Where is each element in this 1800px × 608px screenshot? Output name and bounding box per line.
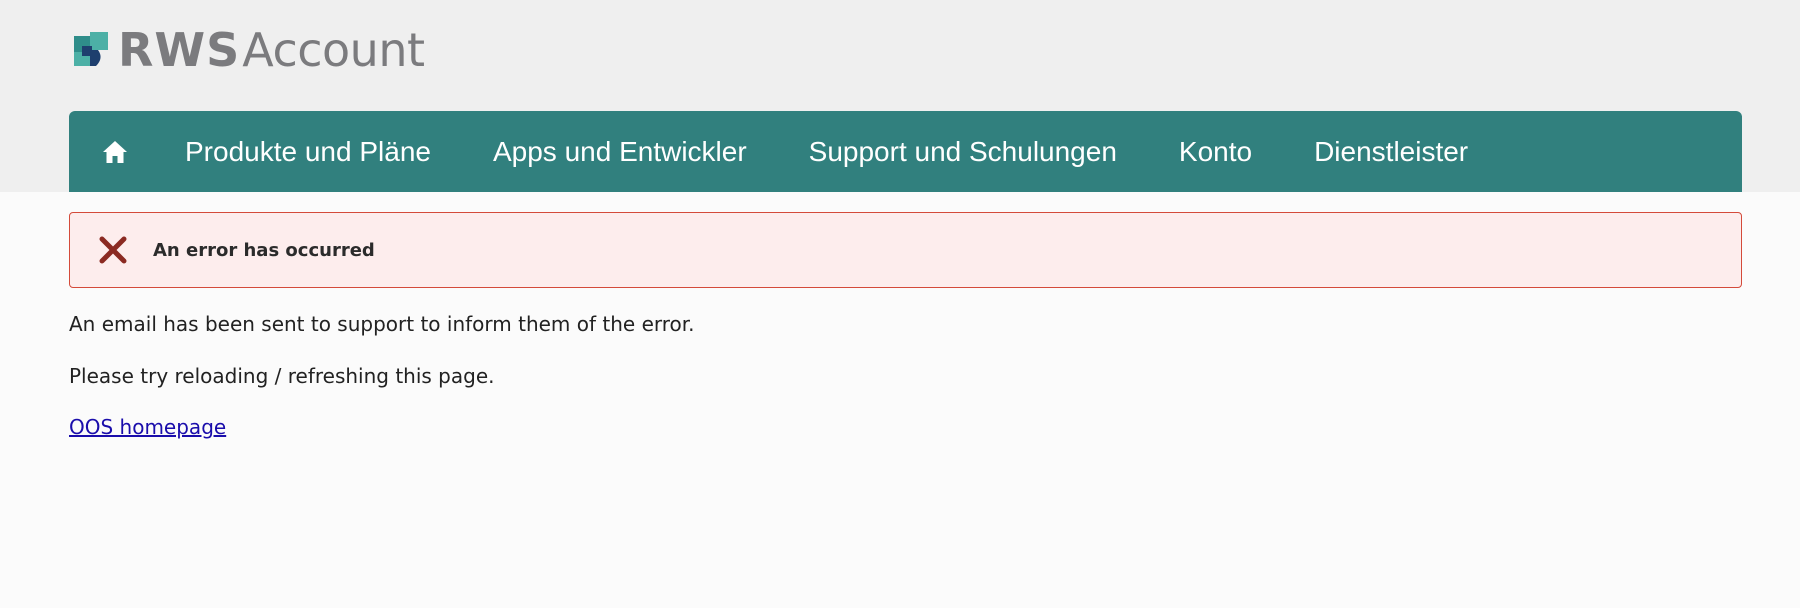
nav-item-apps-developers[interactable]: Apps und Entwickler (493, 111, 747, 192)
error-alert: An error has occurred (69, 212, 1742, 288)
rws-account-logo[interactable]: RWS Account (74, 24, 425, 76)
close-x-icon (99, 236, 127, 264)
error-alert-title: An error has occurred (153, 239, 375, 261)
nav-item-account[interactable]: Konto (1179, 111, 1252, 192)
nav-item-products-plans[interactable]: Produkte und Pläne (185, 111, 431, 192)
home-icon (103, 140, 127, 163)
logo-brand-text: RWS (118, 23, 241, 77)
error-message-retry: Please try reloading / refreshing this p… (69, 364, 495, 388)
error-message-email-sent: An email has been sent to support to inf… (69, 312, 695, 336)
logo-product-text: Account (242, 23, 425, 77)
nav-item-service-providers[interactable]: Dienstleister (1314, 111, 1468, 192)
nav-item-support-training[interactable]: Support und Schulungen (809, 111, 1117, 192)
rws-logo-mark-icon (74, 32, 108, 66)
oos-homepage-link[interactable]: OOS homepage (69, 415, 226, 439)
page: RWS Account Produkte und Pläne Apps und … (0, 0, 1800, 608)
main-nav: Produkte und Pläne Apps und Entwickler S… (69, 111, 1742, 192)
nav-home-button[interactable] (91, 128, 139, 176)
